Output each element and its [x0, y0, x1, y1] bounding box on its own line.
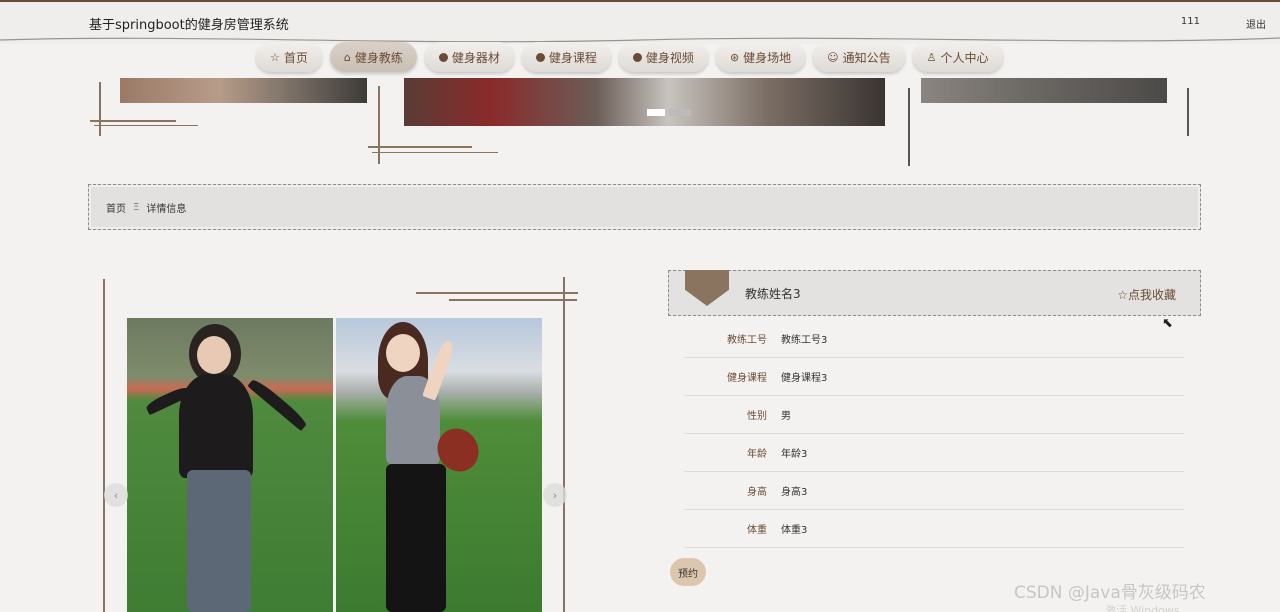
deco-line [563, 277, 565, 612]
field-value: 男 [781, 411, 791, 422]
figure-shape [197, 336, 231, 374]
compass-icon: ⊛ [729, 50, 740, 64]
nav-label: 健身视频 [645, 50, 694, 65]
nav-label: 个人中心 [940, 50, 989, 65]
field-value: 教练工号3 [781, 335, 828, 346]
field-label: 教练工号 [727, 335, 767, 346]
carousel-dot[interactable] [647, 109, 665, 116]
detail-row: 教练工号 教练工号3 [684, 320, 1184, 358]
breadcrumb-separator: Ξ [133, 201, 140, 213]
deco-line [1187, 88, 1189, 136]
info-icon [535, 52, 545, 62]
carousel-indicators [647, 109, 691, 116]
field-label: 年龄 [747, 449, 767, 460]
breadcrumb: 首页 Ξ 详情信息 [88, 184, 1201, 230]
nav-label: 健身教练 [354, 50, 403, 65]
favorite-button[interactable]: ☆点我收藏 [1117, 286, 1176, 303]
deco-line [416, 292, 578, 294]
figure-shape [247, 376, 309, 432]
field-value: 体重3 [781, 525, 808, 536]
breadcrumb-home[interactable]: 首页 [106, 200, 126, 215]
banner-image-center[interactable] [404, 78, 885, 126]
detail-row: 年龄 年龄3 [684, 434, 1184, 472]
logout-link[interactable]: 退出 [1246, 16, 1266, 31]
deco-line [449, 299, 577, 301]
detail-row: 健身课程 健身课程3 [684, 358, 1184, 396]
field-value: 年龄3 [781, 449, 808, 460]
site-title: 基于springboot的健身房管理系统 [89, 18, 289, 33]
title-badge-icon [685, 270, 729, 306]
deco-line [368, 146, 472, 148]
nav-profile[interactable]: ♙ 个人中心 [912, 42, 1003, 72]
main-nav: ☆ 首页 ⌂ 健身教练 健身器材 健身课程 健身视频 ⊛ 健身场地 ☺ 通知公告… [256, 42, 1003, 72]
field-value: 健身课程3 [781, 373, 828, 384]
deco-line [103, 279, 105, 612]
nav-video[interactable]: 健身视频 [618, 42, 708, 72]
deco-line [99, 82, 101, 136]
top-bar: 基于springboot的健身房管理系统 111 退出 [0, 0, 1280, 44]
nav-label: 首页 [283, 50, 308, 65]
nav-notice[interactable]: ☺ 通知公告 [813, 42, 905, 72]
detail-row: 体重 体重3 [684, 510, 1184, 548]
nav-equipment[interactable]: 健身器材 [424, 42, 514, 72]
deco-line [90, 120, 176, 122]
gallery-next-button[interactable]: › [543, 483, 567, 507]
figure-shape [179, 374, 253, 478]
nav-course[interactable]: 健身课程 [521, 42, 611, 72]
breadcrumb-current: 详情信息 [146, 203, 187, 215]
bag-icon: ⌂ [343, 50, 351, 64]
detail-row: 身高 身高3 [684, 472, 1184, 510]
banner-image-right[interactable] [921, 78, 1167, 103]
username-label[interactable]: 111 [1181, 16, 1200, 27]
nav-label: 健身课程 [548, 50, 597, 65]
nav-home[interactable]: ☆ 首页 [256, 42, 322, 72]
deco-line [908, 88, 910, 166]
star-icon: ☆ [270, 50, 280, 64]
coach-photo-2[interactable] [336, 318, 542, 612]
detail-header: 教练姓名3 ☆点我收藏 [668, 270, 1201, 316]
info-icon [438, 52, 448, 62]
carousel-dot[interactable] [682, 109, 691, 116]
windows-activation-watermark: 激活 Windows [1105, 604, 1180, 612]
field-value: 身高3 [781, 487, 808, 498]
coach-photo-1[interactable] [127, 318, 333, 612]
nav-coach[interactable]: ⌂ 健身教练 [329, 42, 417, 72]
coach-name: 教练姓名3 [745, 287, 801, 301]
field-label: 健身课程 [727, 373, 767, 384]
figure-shape [386, 334, 420, 372]
mouse-cursor-icon: ⬉ [1162, 316, 1173, 331]
nav-label: 健身器材 [451, 50, 500, 65]
book-button[interactable]: 预约 [670, 558, 706, 586]
detail-row: 性别 男 [684, 396, 1184, 434]
field-label: 性别 [747, 411, 767, 422]
nav-venue[interactable]: ⊛ 健身场地 [715, 42, 806, 72]
csdn-watermark: CSDN @Java骨灰级码农 [1014, 583, 1206, 603]
figure-shape [187, 470, 251, 612]
nav-label: 健身场地 [743, 50, 792, 65]
smile-icon: ☺ [827, 50, 839, 64]
deco-line [94, 125, 198, 126]
deco-line [372, 152, 498, 153]
banner-image-left[interactable] [120, 78, 367, 103]
user-icon: ♙ [926, 50, 937, 64]
field-label: 身高 [747, 487, 767, 498]
info-icon [632, 52, 642, 62]
gallery-prev-button[interactable]: ‹ [104, 483, 128, 507]
carousel-dot[interactable] [669, 109, 678, 116]
nav-label: 通知公告 [842, 50, 891, 65]
field-label: 体重 [747, 525, 767, 536]
figure-shape [386, 464, 446, 612]
